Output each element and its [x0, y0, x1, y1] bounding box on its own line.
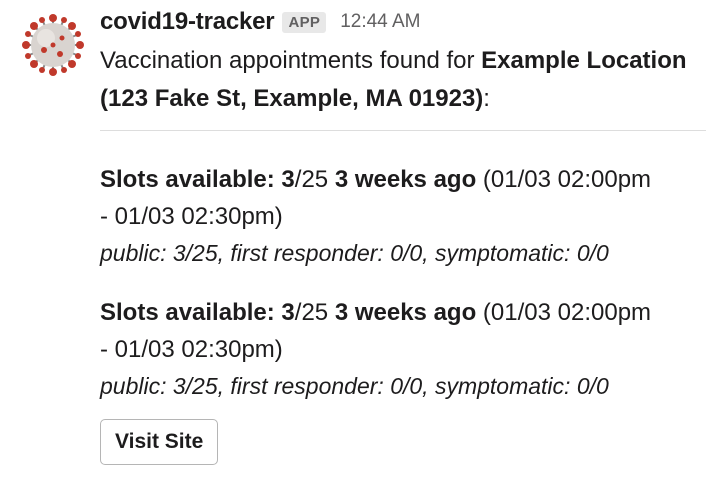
- slot-window-end: - 01/03 02:30pm): [100, 336, 283, 363]
- visit-site-button[interactable]: Visit Site: [100, 419, 219, 465]
- slot-label: Slots available:: [100, 166, 275, 193]
- slot-relative-time: 3 weeks ago: [334, 166, 477, 193]
- slot-window-start: (01/03 02:00pm: [476, 299, 652, 326]
- message-timestamp[interactable]: 12:44 AM: [340, 11, 420, 33]
- slot-entry: Slots available: 3/25 3 weeks ago (01/03…: [100, 161, 710, 272]
- slot-available-count: 3: [281, 166, 295, 193]
- slot-window-start: (01/03 02:00pm: [476, 166, 652, 193]
- bot-name[interactable]: covid19-tracker: [100, 8, 275, 36]
- slot-relative-time: 3 weeks ago: [334, 299, 477, 326]
- divider: [100, 130, 706, 131]
- slot-summary: Slots available: 3/25 3 weeks ago (01/03…: [100, 161, 710, 198]
- slot-summary: Slots available: 3/25 3 weeks ago (01/03…: [100, 294, 710, 331]
- intro-suffix: :: [483, 85, 490, 112]
- coronavirus-icon[interactable]: [20, 12, 86, 78]
- slot-total: /25: [294, 166, 329, 193]
- intro-prefix: Vaccination appointments found for: [100, 47, 482, 74]
- message-header: covid19-tracker APP 12:44 AM: [100, 4, 710, 40]
- slot-entry: Slots available: 3/25 3 weeks ago (01/03…: [100, 294, 710, 405]
- intro-text: Vaccination appointments found for Examp…: [100, 42, 710, 118]
- message-body: covid19-tracker APP 12:44 AM Vaccination…: [100, 4, 710, 465]
- slot-total: /25: [294, 299, 329, 326]
- slot-breakdown: public: 3/25, first responder: 0/0, symp…: [100, 373, 609, 399]
- slot-window-end: - 01/03 02:30pm): [100, 203, 283, 230]
- app-badge: APP: [282, 11, 327, 33]
- slot-label: Slots available:: [100, 299, 275, 326]
- slot-available-count: 3: [281, 299, 295, 326]
- slot-breakdown: public: 3/25, first responder: 0/0, symp…: [100, 240, 609, 266]
